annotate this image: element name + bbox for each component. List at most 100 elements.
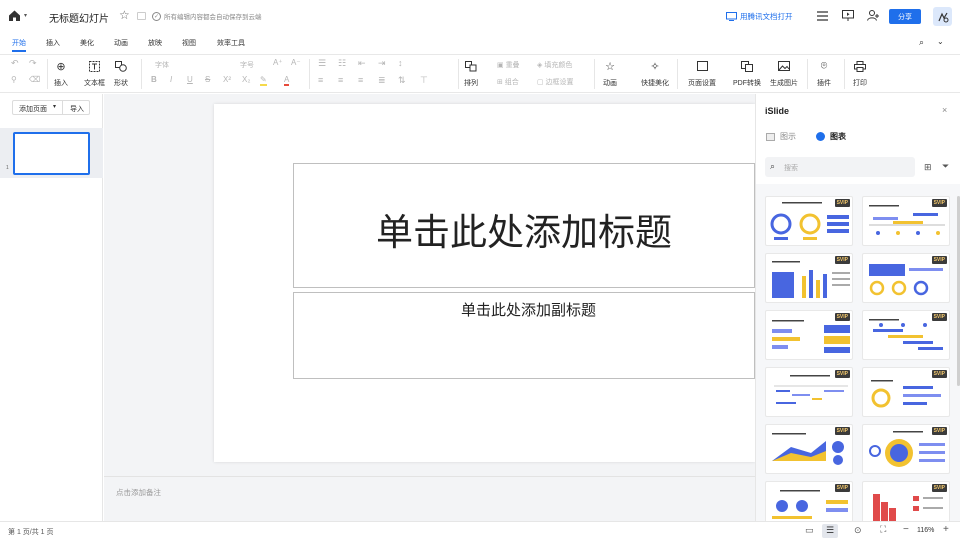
decrease-font-icon[interactable]: A⁻ (291, 58, 301, 67)
chart-template-card[interactable]: SVIP (765, 367, 853, 417)
overlap-button[interactable]: ▣ 重叠 (497, 60, 520, 70)
printer-icon (853, 59, 867, 73)
present-icon[interactable] (842, 10, 854, 23)
share-button[interactable]: 分享 (889, 9, 921, 24)
increase-font-icon[interactable]: A⁺ (273, 58, 283, 67)
zoom-out-button[interactable]: − (903, 524, 909, 535)
chart-template-card[interactable]: SVIP (862, 367, 950, 417)
subtitle-placeholder[interactable]: 单击此处添加副标题 (293, 292, 755, 379)
chart-template-card[interactable]: SVIP (765, 253, 853, 303)
chart-template-card[interactable]: SVIP (862, 196, 950, 246)
outline-view-button[interactable]: ☰ (822, 524, 838, 538)
search-icon[interactable]: ⌕ (919, 37, 924, 48)
import-button[interactable]: 导入 (70, 104, 84, 114)
underline-icon[interactable]: U (187, 75, 193, 84)
tab-start[interactable]: 开始 (12, 38, 26, 48)
chart-template-card[interactable]: SVIP (862, 310, 950, 360)
indent-icon[interactable]: ⇥ (378, 58, 386, 69)
slide-thumbnail[interactable] (13, 132, 90, 175)
slide[interactable]: 单击此处添加标题 单击此处添加副标题 (214, 104, 755, 462)
insert-button[interactable]: ⊕ 插入 (54, 59, 68, 88)
align-left-icon[interactable]: ≡ (318, 75, 323, 85)
slide-thumb-row[interactable]: 1 (0, 128, 103, 178)
plus-circle-icon: ⊕ (56, 60, 66, 73)
menu-icon[interactable] (817, 11, 828, 23)
notes-area[interactable]: 点击添加备注 (104, 476, 755, 521)
textbox-button[interactable]: 文本框 (84, 59, 105, 88)
doc-title[interactable]: 无标题幻灯片 (49, 10, 109, 25)
tab-chart[interactable]: 图表 (816, 131, 846, 142)
border-setting-button[interactable]: ▢ 边框设置 (537, 77, 574, 87)
italic-icon[interactable]: I (170, 75, 172, 84)
zoom-in-button[interactable]: + (943, 524, 949, 535)
tab-slideshow[interactable]: 放映 (148, 38, 162, 48)
home-menu[interactable]: ▾ (8, 9, 27, 22)
vertical-align-icon[interactable]: ⊤ (420, 75, 428, 86)
highlight-icon[interactable]: ✎ (260, 75, 267, 86)
border-icon: ▢ (537, 79, 546, 86)
open-in-app-button[interactable]: 用腾讯文档打开 (726, 11, 793, 22)
title-placeholder[interactable]: 单击此处添加标题 (293, 163, 755, 288)
redo-icon[interactable]: ↷ (29, 58, 37, 69)
chart-template-card[interactable]: SVIP (862, 253, 950, 303)
tab-view[interactable]: 视图 (182, 38, 196, 48)
filter-icon[interactable]: ⏷ (942, 161, 949, 172)
chart-template-card[interactable]: SVIP (862, 481, 950, 521)
slideshow-view-icon[interactable]: ⊙ (854, 525, 862, 536)
zoom-level[interactable]: 116% (917, 527, 934, 534)
tab-efficiency-tools[interactable]: 效率工具 (217, 38, 245, 48)
chart-template-card[interactable]: SVIP (765, 481, 853, 521)
add-page-button[interactable]: 添加页面 (19, 104, 47, 114)
chart-template-card[interactable]: SVIP (765, 310, 853, 360)
normal-view-icon[interactable]: ▭ (805, 525, 814, 536)
arrange-button[interactable]: 排列 (464, 59, 478, 88)
pdf-convert-button[interactable]: PDF转换 (733, 59, 761, 88)
search-box[interactable]: ⌕ 搜索 (765, 157, 915, 177)
quick-beautify-button[interactable]: ✧ 快捷美化 (641, 59, 669, 88)
doc-info-icon[interactable] (137, 12, 146, 20)
page-setting-button[interactable]: 页面设置 (688, 59, 716, 88)
text-direction-icon[interactable]: ⇅ (398, 75, 406, 86)
plugin-button[interactable]: ⌾ 插件 (817, 59, 831, 88)
line-spacing-icon[interactable]: ↕ (398, 58, 403, 68)
subscript-icon[interactable]: X₂ (242, 75, 250, 84)
add-page-dropdown-icon[interactable]: ▾ (53, 103, 56, 110)
add-collaborator-icon[interactable] (867, 10, 880, 23)
format-painter-icon[interactable]: ⚲ (11, 75, 17, 84)
tab-animation[interactable]: 动画 (114, 38, 128, 48)
generate-image-button[interactable]: 生成图片 (770, 59, 798, 88)
font-size-select[interactable]: 字号 (240, 60, 254, 70)
clear-format-icon[interactable]: ⌫ (29, 75, 40, 84)
strikethrough-icon[interactable]: S (205, 75, 210, 84)
group-button[interactable]: ⊞ 组合 (497, 77, 519, 87)
chart-template-card[interactable]: SVIP (862, 424, 950, 474)
align-center-icon[interactable]: ≡ (338, 75, 343, 85)
superscript-icon[interactable]: X² (223, 75, 231, 84)
font-family-select[interactable]: 字体 (155, 60, 169, 70)
fit-to-window-icon[interactable]: ⛶ (880, 524, 886, 535)
tab-beautify[interactable]: 美化 (80, 38, 94, 48)
outdent-icon[interactable]: ⇤ (358, 58, 366, 69)
bold-icon[interactable]: B (151, 75, 157, 84)
search-input[interactable]: 搜索 (784, 163, 798, 173)
align-right-icon[interactable]: ≡ (358, 75, 363, 85)
numbered-list-icon[interactable]: ☷ (338, 58, 346, 69)
grid-view-icon[interactable]: ⊞ (924, 162, 932, 173)
bullet-list-icon[interactable]: ☰ (318, 58, 326, 69)
chart-template-card[interactable]: SVIP (765, 196, 853, 246)
star-icon[interactable]: ☆ (119, 8, 130, 22)
animation-button[interactable]: ☆ 动画 (603, 59, 617, 88)
shape-button[interactable]: 形状 (114, 59, 128, 88)
close-icon[interactable]: × (942, 105, 947, 115)
tab-insert[interactable]: 插入 (46, 38, 60, 48)
undo-icon[interactable]: ↶ (11, 58, 19, 69)
collapse-ribbon-icon[interactable]: ⌄ (937, 37, 944, 46)
print-button[interactable]: 打印 (853, 59, 867, 88)
fill-color-button[interactable]: ◈ 填充颜色 (537, 60, 572, 70)
justify-icon[interactable]: ≣ (378, 75, 386, 86)
tab-diagram[interactable]: 图示 (766, 131, 796, 142)
islide-plugin-button[interactable] (933, 7, 952, 26)
font-color-icon[interactable]: A (284, 75, 290, 86)
diagram-icon (766, 132, 775, 141)
chart-template-card[interactable]: SVIP (765, 424, 853, 474)
